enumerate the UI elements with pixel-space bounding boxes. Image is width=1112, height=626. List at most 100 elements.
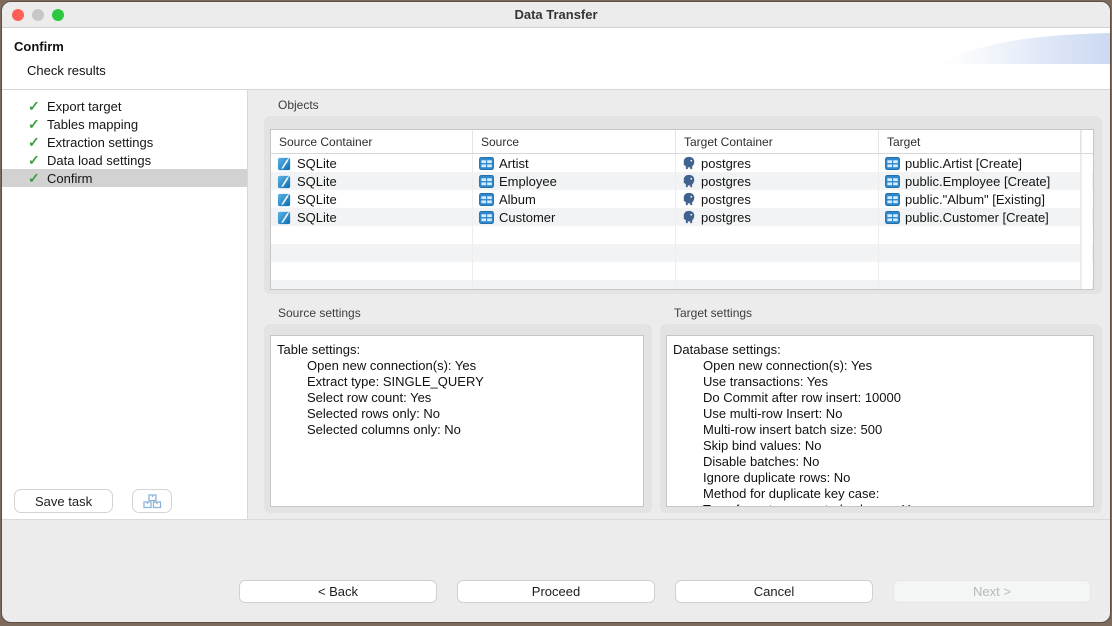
cancel-button[interactable]: Cancel xyxy=(675,580,873,603)
back-button[interactable]: < Back xyxy=(239,580,437,603)
empty-cell xyxy=(271,262,473,280)
table-icon xyxy=(885,157,900,170)
cell-source-container: SQLite xyxy=(271,190,473,208)
target-settings-text[interactable]: Database settings:Open new connection(s)… xyxy=(666,335,1094,507)
column-header-target[interactable]: Target xyxy=(879,130,1081,153)
settings-heading: Table settings: xyxy=(277,342,635,358)
sidebar-footer: Save task xyxy=(14,489,172,513)
wizard-step-label: Data load settings xyxy=(47,153,151,168)
cell-text: SQLite xyxy=(297,210,337,225)
step-complete-check-icon: ✓ xyxy=(28,117,43,131)
save-task-settings-button[interactable] xyxy=(132,489,172,513)
settings-line: Skip bind values: No xyxy=(673,438,1085,454)
objects-table-row[interactable]: SQLite Customer postgres public.Customer… xyxy=(271,208,1093,226)
settings-line: Disable batches: No xyxy=(673,454,1085,470)
target-settings-group: Target settings Database settings:Open n… xyxy=(660,306,1102,513)
cell-source: Artist xyxy=(473,154,676,172)
column-header-target-container[interactable]: Target Container xyxy=(676,130,879,153)
empty-cell xyxy=(676,244,879,262)
cell-text: postgres xyxy=(701,210,751,225)
column-header-source-container[interactable]: Source Container xyxy=(271,130,473,153)
sqlite-database-icon xyxy=(277,192,292,207)
settings-row: Source settings Table settings:Open new … xyxy=(264,306,1102,513)
cell-source: Album xyxy=(473,190,676,208)
wizard-step-label: Extraction settings xyxy=(47,135,153,150)
table-scrollbar-gutter xyxy=(1081,226,1092,244)
settings-line: Use transactions: Yes xyxy=(673,374,1085,390)
wizard-step-data-load-settings[interactable]: ✓Data load settings xyxy=(2,151,247,169)
sidebar-resize-handle[interactable] xyxy=(248,90,260,519)
settings-line: Extract type: SINGLE_QUERY xyxy=(277,374,635,390)
wizard-step-label: Tables mapping xyxy=(47,117,138,132)
wizard-step-extraction-settings[interactable]: ✓Extraction settings xyxy=(2,133,247,151)
empty-cell xyxy=(473,280,676,289)
settings-line: Transfer auto-generated columns: Yes xyxy=(673,502,1085,507)
cell-text: SQLite xyxy=(297,174,337,189)
settings-line: Method for duplicate key case: xyxy=(673,486,1085,502)
table-scrollbar-gutter[interactable] xyxy=(1081,130,1092,153)
table-icon xyxy=(479,157,494,170)
table-scrollbar-gutter xyxy=(1081,244,1092,262)
confirm-page-main: Objects Source ContainerSourceTarget Con… xyxy=(260,90,1110,519)
empty-cell xyxy=(473,244,676,262)
page-subtitle: Check results xyxy=(27,63,106,78)
minimize-window-button[interactable] xyxy=(32,9,44,21)
settings-line: Select row count: Yes xyxy=(277,390,635,406)
window-title: Data Transfer xyxy=(2,2,1110,28)
settings-line: Open new connection(s): Yes xyxy=(277,358,635,374)
table-icon xyxy=(479,193,494,206)
wizard-header: Confirm Check results xyxy=(2,28,1110,90)
wizard-step-label: Confirm xyxy=(47,171,93,186)
empty-cell xyxy=(879,244,1081,262)
header-banner-decoration xyxy=(938,30,1110,66)
objects-table-empty-row xyxy=(271,226,1093,244)
wizard-step-label: Export target xyxy=(47,99,121,114)
table-icon xyxy=(885,175,900,188)
empty-cell xyxy=(271,226,473,244)
cell-source-container: SQLite xyxy=(271,154,473,172)
target-settings-label: Target settings xyxy=(674,306,1102,320)
cell-text: postgres xyxy=(701,156,751,171)
cell-target-container: postgres xyxy=(676,208,879,226)
zoom-window-button[interactable] xyxy=(52,9,64,21)
wizard-content: ✓Export target✓Tables mapping✓Extraction… xyxy=(2,90,1110,520)
postgres-database-icon xyxy=(682,174,696,188)
task-boxes-icon xyxy=(143,494,162,509)
proceed-button[interactable]: Proceed xyxy=(457,580,655,603)
settings-line: Ignore duplicate rows: No xyxy=(673,470,1085,486)
wizard-step-confirm[interactable]: ✓ Confirm xyxy=(2,169,247,187)
page-title: Confirm xyxy=(14,39,64,54)
objects-table-row[interactable]: SQLite Artist postgres public.Artist [Cr… xyxy=(271,154,1093,172)
cell-source: Employee xyxy=(473,172,676,190)
objects-table-header: Source ContainerSourceTarget ContainerTa… xyxy=(271,130,1093,154)
cell-source: Customer xyxy=(473,208,676,226)
postgres-database-icon xyxy=(682,210,696,224)
step-complete-check-icon: ✓ xyxy=(28,171,43,185)
postgres-database-icon xyxy=(682,192,696,206)
sqlite-database-icon xyxy=(277,210,292,225)
cell-target-container: postgres xyxy=(676,172,879,190)
wizard-step-tables-mapping[interactable]: ✓ Tables mapping xyxy=(2,115,247,133)
settings-line: Open new connection(s): Yes xyxy=(673,358,1085,374)
cell-text: Employee xyxy=(499,174,557,189)
save-task-button[interactable]: Save task xyxy=(14,489,113,513)
cell-text: SQLite xyxy=(297,156,337,171)
close-window-button[interactable] xyxy=(12,9,24,21)
objects-table-empty-row xyxy=(271,280,1093,289)
wizard-button-bar: < Back Proceed Cancel Next > xyxy=(2,580,1110,603)
cell-text: Artist xyxy=(499,156,529,171)
settings-line: Selected columns only: No xyxy=(277,422,635,438)
empty-cell xyxy=(271,280,473,289)
empty-cell xyxy=(676,226,879,244)
objects-table-row[interactable]: SQLite Album postgres public."Album" [Ex… xyxy=(271,190,1093,208)
next-button[interactable]: Next > xyxy=(893,580,1091,603)
objects-table-row[interactable]: SQLite Employee postgres public.Employee… xyxy=(271,172,1093,190)
wizard-step-export-target[interactable]: ✓Export target xyxy=(2,97,247,115)
column-header-source[interactable]: Source xyxy=(473,130,676,153)
source-settings-text[interactable]: Table settings:Open new connection(s): Y… xyxy=(270,335,644,507)
objects-group-label: Objects xyxy=(278,98,1102,112)
cell-text: postgres xyxy=(701,192,751,207)
settings-line: Do Commit after row insert: 10000 xyxy=(673,390,1085,406)
cell-target: public.Customer [Create] xyxy=(879,208,1081,226)
table-scrollbar-gutter xyxy=(1081,172,1092,190)
